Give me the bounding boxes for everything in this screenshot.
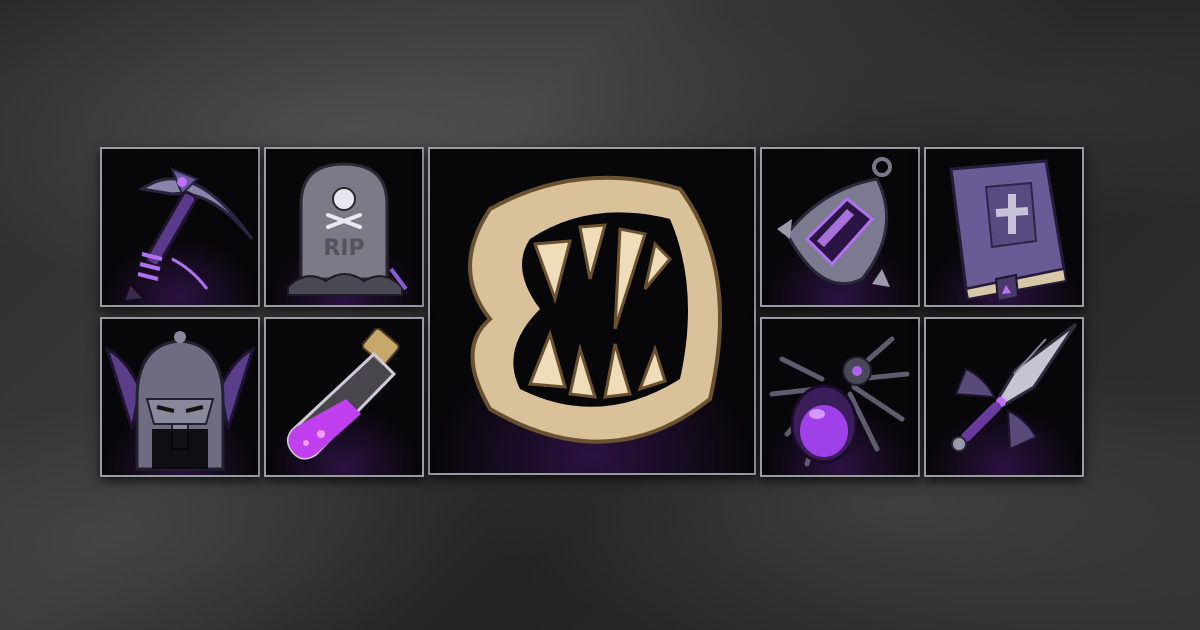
potion-vial-icon [286,327,400,460]
tombstone-engraving: RIP [323,236,364,261]
dagger-icon [951,322,1078,452]
tombstone-icon: RIP [287,162,408,296]
item-tile-pickaxe[interactable] [100,147,260,307]
item-tile-amulet[interactable] [760,147,920,307]
amulet-icon [777,157,892,287]
item-tile-spider[interactable] [760,317,920,477]
bat-helmet-icon [104,331,256,471]
item-tile-dagger[interactable] [924,317,1084,477]
item-tile-fangs-jaw[interactable] [428,147,756,475]
fangs-jaw-icon [468,175,722,444]
spellbook-icon [949,159,1068,303]
item-tile-tombstone[interactable]: RIP [264,147,424,307]
item-tile-spellbook[interactable] [924,147,1084,307]
spider-icon [769,336,910,467]
item-tile-potion-vial[interactable] [264,317,424,477]
pickaxe-icon [122,167,254,303]
item-tile-bat-helmet[interactable] [100,317,260,477]
